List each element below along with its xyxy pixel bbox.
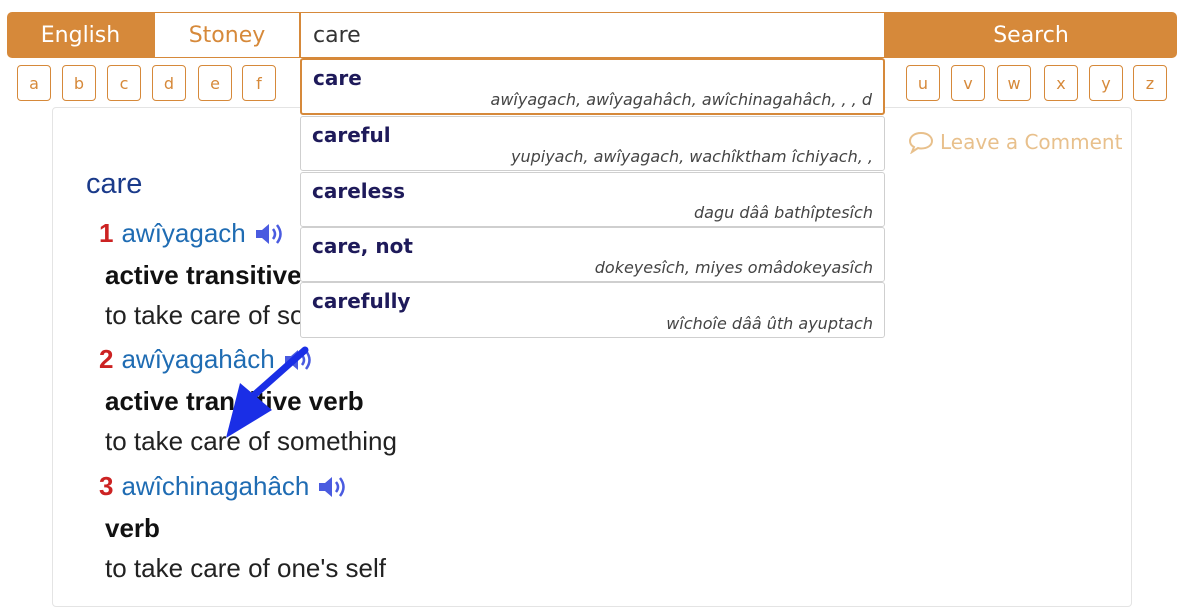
arrow-annotation xyxy=(226,346,309,438)
